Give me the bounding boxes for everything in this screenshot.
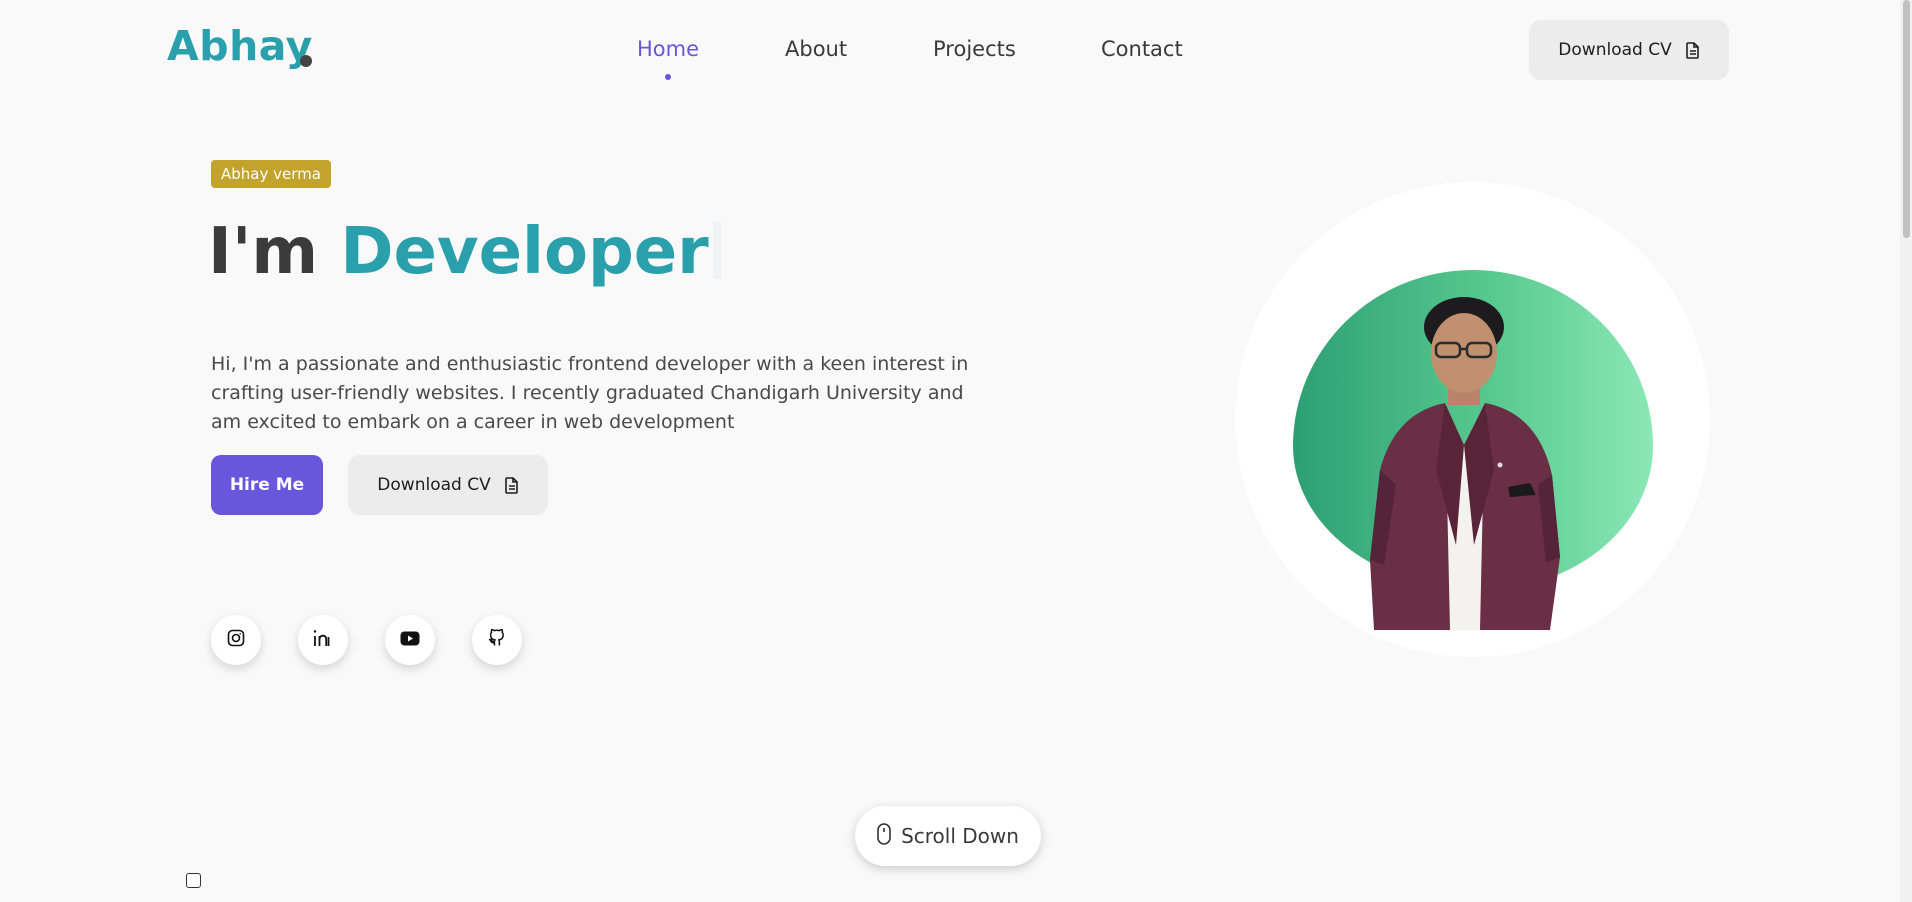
- header-download-cv-label: Download CV: [1558, 40, 1672, 60]
- linkedin-link[interactable]: [298, 615, 348, 665]
- youtube-link[interactable]: [385, 615, 435, 665]
- profile-photo: [1340, 295, 1585, 630]
- nav-projects[interactable]: Projects: [933, 37, 1016, 61]
- hero-download-cv-label: Download CV: [377, 475, 491, 495]
- document-icon: [1685, 41, 1700, 59]
- github-link[interactable]: [472, 615, 522, 665]
- site-header: Abhay Home About Projects Contact Downlo…: [0, 0, 1900, 100]
- hero-download-cv-button[interactable]: Download CV: [348, 455, 548, 515]
- theme-toggle-checkbox[interactable]: [186, 873, 201, 888]
- document-icon: [504, 476, 519, 494]
- mouse-icon: [877, 822, 891, 850]
- hero-headline: I'm Developer: [208, 220, 721, 284]
- name-tag: Abhay verma: [211, 160, 331, 188]
- headline-prefix: I'm: [208, 215, 319, 289]
- typing-cursor: [712, 221, 721, 279]
- headline-accent: Developer: [340, 215, 709, 289]
- hire-me-button[interactable]: Hire Me: [211, 455, 323, 515]
- page-scrollbar[interactable]: [1900, 0, 1912, 902]
- instagram-link[interactable]: [211, 615, 261, 665]
- scroll-down-label: Scroll Down: [901, 824, 1019, 848]
- scroll-down-button[interactable]: Scroll Down: [855, 806, 1041, 866]
- hero-bio: Hi, I'm a passionate and enthusiastic fr…: [211, 353, 969, 433]
- nav-about[interactable]: About: [785, 37, 847, 61]
- linkedin-icon: [313, 629, 333, 651]
- instagram-icon: [227, 629, 245, 651]
- nav-contact[interactable]: Contact: [1101, 37, 1183, 61]
- header-download-cv-button[interactable]: Download CV: [1529, 20, 1729, 80]
- scrollbar-thumb[interactable]: [1903, 0, 1910, 238]
- nav-home[interactable]: Home: [637, 37, 699, 61]
- nav-active-indicator: [665, 74, 671, 80]
- github-icon: [488, 628, 506, 651]
- youtube-icon: [400, 631, 420, 650]
